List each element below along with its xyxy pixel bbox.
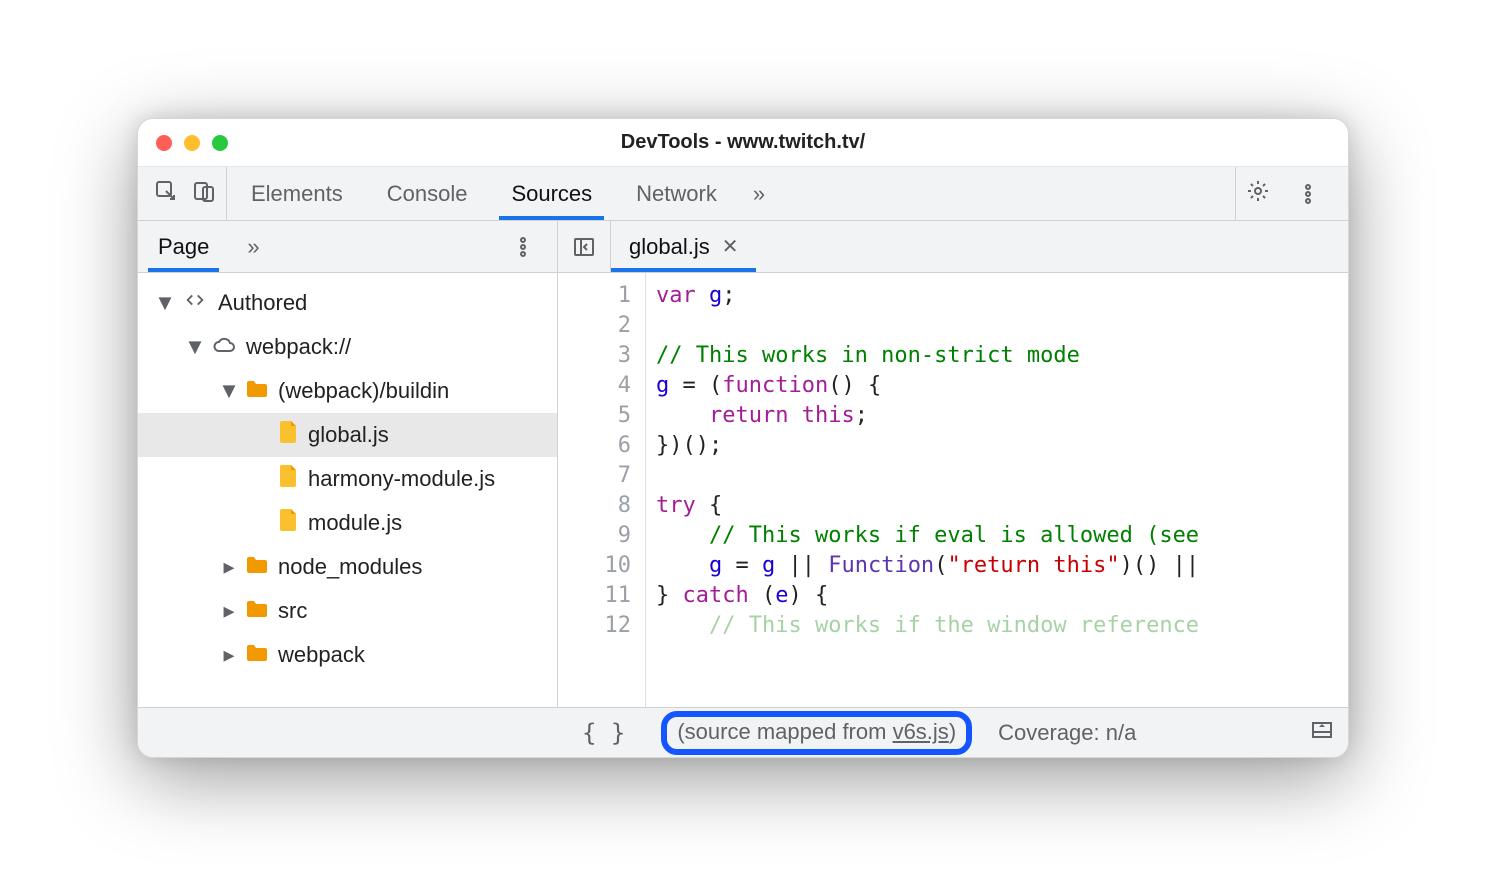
tree-label: node_modules (278, 554, 422, 580)
tree-file-global-js[interactable]: ▸ global.js (138, 413, 557, 457)
devtools-tabbar: Elements Console Sources Network » (138, 167, 1348, 221)
tree-folder-webpack[interactable]: ▸ webpack (138, 633, 557, 677)
tree-label: global.js (308, 422, 389, 448)
tree-folder-buildin[interactable]: ▼ (webpack)/buildin (138, 369, 557, 413)
window-minimize-button[interactable] (184, 135, 200, 151)
tree-origin-webpack[interactable]: ▼ webpack:// (138, 325, 557, 369)
tree-folder-src[interactable]: ▸ src (138, 589, 557, 633)
source-mapped-indicator[interactable]: (source mapped from v6s.js) (661, 711, 972, 755)
code-content: var g;// This works in non-strict modeg … (646, 273, 1348, 707)
tree-label: webpack:// (246, 334, 351, 360)
settings-icon[interactable] (1246, 179, 1270, 208)
pretty-print-icon[interactable]: { } (572, 719, 635, 747)
tab-sources[interactable]: Sources (489, 167, 614, 220)
toggle-device-icon[interactable] (192, 179, 216, 208)
file-icon (280, 421, 298, 449)
code-editor[interactable]: 123456789101112 var g;// This works in n… (558, 273, 1348, 707)
window-close-button[interactable] (156, 135, 172, 151)
tree-file-module-js[interactable]: ▸ module.js (138, 501, 557, 545)
window-zoom-button[interactable] (212, 135, 228, 151)
tree-label: Authored (218, 290, 307, 316)
kebab-menu-icon[interactable] (1288, 182, 1328, 206)
folder-icon (246, 554, 268, 580)
close-tab-icon[interactable]: ✕ (722, 234, 739, 259)
folder-icon (246, 598, 268, 624)
file-icon (280, 465, 298, 493)
status-bar: { } (source mapped from v6s.js) Coverage… (138, 707, 1348, 757)
window-titlebar: DevTools - www.twitch.tv/ (138, 119, 1348, 167)
folder-icon (246, 378, 268, 404)
navigator-tab-page[interactable]: Page (152, 221, 215, 272)
toggle-navigator-icon[interactable] (558, 221, 611, 272)
tree-label: harmony-module.js (308, 466, 495, 492)
tree-label: module.js (308, 510, 402, 536)
tab-console[interactable]: Console (365, 167, 490, 220)
navigator-menu-icon[interactable] (503, 235, 543, 259)
tree-label: webpack (278, 642, 365, 668)
tree-label: src (278, 598, 307, 624)
toggle-drawer-icon[interactable] (1310, 718, 1334, 747)
editor-tab-global-js[interactable]: global.js ✕ (611, 221, 756, 272)
line-gutter: 123456789101112 (558, 273, 646, 707)
file-tree: ▼ Authored ▼ webpack:// ▼ ( (138, 273, 558, 707)
tab-network[interactable]: Network (614, 167, 739, 220)
file-icon (280, 509, 298, 537)
more-tabs-button[interactable]: » (739, 167, 779, 220)
coverage-indicator: Coverage: n/a (998, 720, 1136, 746)
devtools-window: DevTools - www.twitch.tv/ Elements Conso… (137, 118, 1349, 758)
sources-subbar: Page » global.js ✕ (138, 221, 1348, 273)
tree-file-harmony-module[interactable]: ▸ harmony-module.js (138, 457, 557, 501)
tree-label: (webpack)/buildin (278, 378, 449, 404)
folder-icon (246, 642, 268, 668)
source-mapped-prefix: (source mapped from (677, 719, 892, 744)
navigator-more-tabs[interactable]: » (233, 234, 273, 260)
tab-elements[interactable]: Elements (229, 167, 365, 220)
tree-folder-node-modules[interactable]: ▸ node_modules (138, 545, 557, 589)
cloud-icon (212, 334, 236, 360)
editor-tab-label: global.js (629, 234, 710, 260)
code-icon (182, 289, 208, 317)
source-mapped-suffix: ) (949, 719, 956, 744)
inspect-element-icon[interactable] (154, 179, 178, 208)
window-title: DevTools - www.twitch.tv/ (138, 131, 1348, 154)
source-mapped-link[interactable]: v6s.js (893, 719, 949, 744)
tree-root-authored[interactable]: ▼ Authored (138, 281, 557, 325)
